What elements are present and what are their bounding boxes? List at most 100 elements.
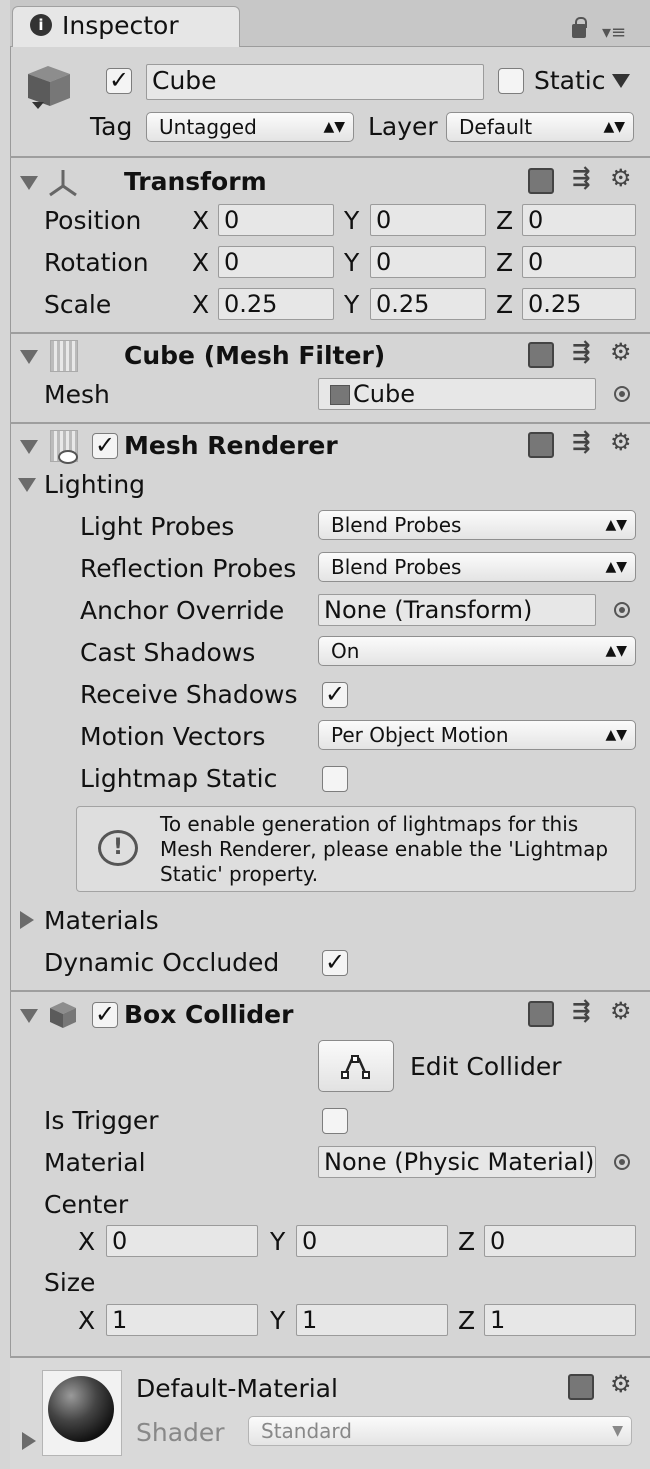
gear-icon[interactable]: ⚙ bbox=[610, 164, 632, 192]
static-dropdown-arrow[interactable] bbox=[612, 74, 630, 88]
gear-icon[interactable]: ⚙ bbox=[610, 997, 632, 1025]
motion-vectors-value: Per Object Motion bbox=[331, 723, 509, 747]
shader-dropdown[interactable]: Standard ▼ bbox=[248, 1416, 632, 1446]
help-book-icon[interactable] bbox=[528, 432, 554, 458]
gear-icon[interactable]: ⚙ bbox=[610, 428, 632, 456]
position-x-input[interactable]: 0 bbox=[218, 204, 334, 236]
lock-shackle bbox=[575, 17, 587, 28]
material-label: Material bbox=[44, 1148, 146, 1177]
rotation-x-input[interactable]: 0 bbox=[218, 246, 334, 278]
help-book-icon[interactable] bbox=[528, 1001, 554, 1027]
help-book-icon[interactable] bbox=[568, 1374, 594, 1400]
preset-icon[interactable]: ⇶ bbox=[572, 430, 590, 455]
receive-shadows-checkbox[interactable]: ✓ bbox=[322, 682, 348, 708]
mesh-renderer-foldout-arrow[interactable] bbox=[20, 440, 38, 454]
box-collider-foldout-arrow[interactable] bbox=[20, 1009, 38, 1023]
active-checkbox[interactable]: ✓ bbox=[106, 68, 132, 94]
scale-z-input[interactable]: 0.25 bbox=[522, 288, 636, 320]
physic-material-field[interactable]: None (Physic Material) bbox=[318, 1146, 596, 1178]
motion-vectors-dropdown[interactable]: Per Object Motion ▲▼ bbox=[318, 720, 636, 750]
reflection-probes-value: Blend Probes bbox=[331, 555, 462, 579]
lighting-foldout-arrow[interactable] bbox=[18, 478, 36, 492]
center-y-label: Y bbox=[270, 1227, 286, 1256]
tag-label: Tag bbox=[90, 112, 133, 141]
preset-icon[interactable]: ⇶ bbox=[572, 999, 590, 1024]
info-line-2: Mesh Renderer, please enable the 'Lightm… bbox=[160, 837, 609, 861]
object-picker-icon[interactable] bbox=[614, 1154, 630, 1170]
lightmap-static-label: Lightmap Static bbox=[80, 764, 278, 793]
box-collider-icon bbox=[46, 1000, 80, 1030]
transform-title: Transform bbox=[124, 167, 267, 196]
mesh-asset-icon bbox=[330, 385, 350, 405]
object-picker-icon[interactable] bbox=[614, 386, 630, 402]
anchor-override-field[interactable]: None (Transform) bbox=[318, 594, 596, 626]
layer-label: Layer bbox=[368, 112, 438, 141]
dynamic-occluded-checkbox[interactable]: ✓ bbox=[322, 950, 348, 976]
lightmap-static-checkbox[interactable] bbox=[322, 766, 348, 792]
separator bbox=[10, 156, 650, 158]
size-x-label: X bbox=[78, 1306, 96, 1335]
is-trigger-label: Is Trigger bbox=[44, 1106, 159, 1135]
rotation-x-label: X bbox=[192, 248, 210, 277]
rotation-y-label: Y bbox=[344, 248, 360, 277]
separator bbox=[10, 332, 650, 334]
center-y-input[interactable]: 0 bbox=[296, 1225, 448, 1257]
position-z-label: Z bbox=[496, 206, 514, 235]
static-checkbox[interactable] bbox=[498, 68, 524, 94]
box-collider-title: Box Collider bbox=[124, 1000, 294, 1029]
object-picker-icon[interactable] bbox=[614, 602, 630, 618]
mesh-renderer-enabled-checkbox[interactable]: ✓ bbox=[92, 433, 118, 459]
size-y-label: Y bbox=[270, 1306, 286, 1335]
transform-foldout-arrow[interactable] bbox=[20, 176, 38, 190]
gear-icon[interactable]: ⚙ bbox=[610, 1370, 632, 1398]
shader-value: Standard bbox=[261, 1419, 352, 1443]
material-name: Default-Material bbox=[136, 1374, 338, 1403]
material-foldout-arrow[interactable] bbox=[22, 1432, 36, 1450]
mesh-object-field[interactable]: Cube bbox=[318, 378, 596, 410]
help-book-icon[interactable] bbox=[528, 342, 554, 368]
motion-vectors-label: Motion Vectors bbox=[80, 722, 266, 751]
scale-z-label: Z bbox=[496, 290, 514, 319]
shader-label: Shader bbox=[136, 1418, 225, 1447]
is-trigger-checkbox[interactable] bbox=[322, 1108, 348, 1134]
gameobject-name-input[interactable]: Cube bbox=[146, 64, 484, 100]
materials-foldout-arrow[interactable] bbox=[20, 911, 34, 929]
mesh-filter-title: Cube (Mesh Filter) bbox=[124, 341, 386, 370]
cast-shadows-dropdown[interactable]: On ▲▼ bbox=[318, 636, 636, 666]
material-sphere-icon bbox=[48, 1376, 114, 1442]
size-x-input[interactable]: 1 bbox=[106, 1304, 258, 1336]
preset-icon[interactable]: ⇶ bbox=[572, 166, 590, 191]
position-z-input[interactable]: 0 bbox=[522, 204, 636, 236]
info-line-3: Static' property. bbox=[160, 862, 319, 886]
size-z-label: Z bbox=[458, 1306, 476, 1335]
cube-icon bbox=[22, 62, 74, 112]
tag-value: Untagged bbox=[159, 115, 257, 139]
gear-icon[interactable]: ⚙ bbox=[610, 338, 632, 366]
mesh-value: Cube bbox=[353, 380, 415, 408]
mesh-filter-foldout-arrow[interactable] bbox=[20, 350, 38, 364]
scale-y-input[interactable]: 0.25 bbox=[370, 288, 486, 320]
rotation-z-input[interactable]: 0 bbox=[522, 246, 636, 278]
reflection-probes-dropdown[interactable]: Blend Probes ▲▼ bbox=[318, 552, 636, 582]
box-collider-enabled-checkbox[interactable]: ✓ bbox=[92, 1002, 118, 1028]
size-y-input[interactable]: 1 bbox=[296, 1304, 448, 1336]
layer-dropdown[interactable]: Default ▲▼ bbox=[446, 112, 634, 142]
lighting-label: Lighting bbox=[44, 470, 146, 499]
edit-collider-button[interactable] bbox=[318, 1040, 394, 1092]
preset-icon[interactable]: ⇶ bbox=[572, 340, 590, 365]
inspector-tab-label: Inspector bbox=[62, 11, 179, 40]
size-z-input[interactable]: 1 bbox=[484, 1304, 636, 1336]
rotation-y-input[interactable]: 0 bbox=[370, 246, 486, 278]
position-y-label: Y bbox=[344, 206, 360, 235]
scale-x-input[interactable]: 0.25 bbox=[218, 288, 334, 320]
position-y-input[interactable]: 0 bbox=[370, 204, 486, 236]
size-label: Size bbox=[44, 1268, 96, 1297]
edit-collider-icon bbox=[341, 1055, 370, 1079]
center-z-input[interactable]: 0 bbox=[484, 1225, 636, 1257]
tag-dropdown[interactable]: Untagged ▲▼ bbox=[146, 112, 354, 142]
tab-menu-icon[interactable]: ▾≡ bbox=[602, 22, 626, 43]
light-probes-dropdown[interactable]: Blend Probes ▲▼ bbox=[318, 510, 636, 540]
center-x-input[interactable]: 0 bbox=[106, 1225, 258, 1257]
eye-icon bbox=[58, 450, 78, 464]
help-book-icon[interactable] bbox=[528, 168, 554, 194]
